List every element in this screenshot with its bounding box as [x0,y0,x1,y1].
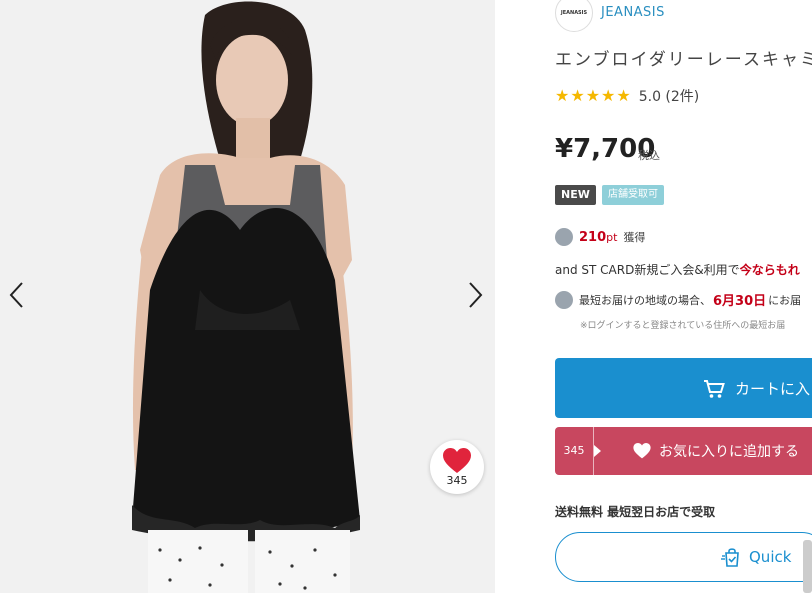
chevron-right-icon [469,282,483,308]
star-icon: ★ [616,86,631,105]
login-note: ※ログインすると登録されている住所への最短お届 [580,321,786,331]
product-rating[interactable]: ★ ★ ★ ★ ★ 5.0 (2件) [555,86,699,106]
shipping-note: 送料無料 最短翌日お店で受取 [555,505,716,519]
favorites-pointer [594,445,601,457]
points-info: 210 pt 獲得 [555,228,645,246]
gallery-prev-button[interactable] [2,278,32,312]
points-label: 獲得 [623,231,646,244]
star-icon: ★ [585,86,601,105]
product-photo [0,0,495,593]
point-icon [555,228,573,246]
add-to-favorites-button[interactable]: 345 お気に入りに追加する [555,427,812,475]
heart-icon [633,443,651,459]
brand-name-link[interactable]: JEANASIS [601,5,665,20]
gallery-favorite-count: 345 [446,474,468,487]
rating-stars: ★ ★ ★ ★ ★ [555,88,631,104]
card-promo[interactable]: and ST CARD新規ご入会&利用で今ならもれ [555,261,800,278]
points-unit: pt [606,230,618,244]
truck-icon [555,290,573,309]
star-icon: ★ [555,86,570,105]
bag-icon [721,548,739,567]
brand-logo[interactable]: JEANASIS [555,0,593,32]
card-promo-highlight: 今ならもれ [739,263,800,277]
delivery-info: 最短お届けの地域の場合、 6月30日 にお届 [555,290,801,309]
scrollbar[interactable] [803,540,812,593]
rating-value: 5.0 (2件) [638,89,700,105]
star-icon: ★ [601,86,616,105]
new-badge: NEW [555,185,596,205]
cart-icon [704,379,725,398]
tax-label: 税込 [638,149,660,162]
gallery-favorite-button[interactable]: 345 [430,440,484,494]
product-image-gallery[interactable]: 345 [0,0,495,593]
points-amount: 210 [579,229,607,245]
add-to-favorites-label: お気に入りに追加する [659,444,799,460]
quick-button[interactable]: Quick [555,532,812,582]
chevron-left-icon [9,282,23,308]
card-promo-text: and ST CARD新規ご入会&利用で [555,263,740,277]
delivery-prefix: 最短お届けの地域の場合、 [579,293,711,307]
product-title: エンブロイダリーレースキャミ [555,50,812,70]
quick-label: Quick [749,548,792,566]
delivery-date: 6月30日 [713,294,767,309]
store-pickup-badge: 店舗受取可 [602,185,664,205]
favorites-count: 345 [563,444,585,457]
heart-icon [443,448,471,473]
add-to-cart-button[interactable]: カートに入 [555,358,812,418]
star-icon: ★ [570,86,585,105]
add-to-cart-label: カートに入 [735,380,811,398]
delivery-suffix: にお届 [768,293,802,307]
gallery-next-button[interactable] [462,278,492,312]
